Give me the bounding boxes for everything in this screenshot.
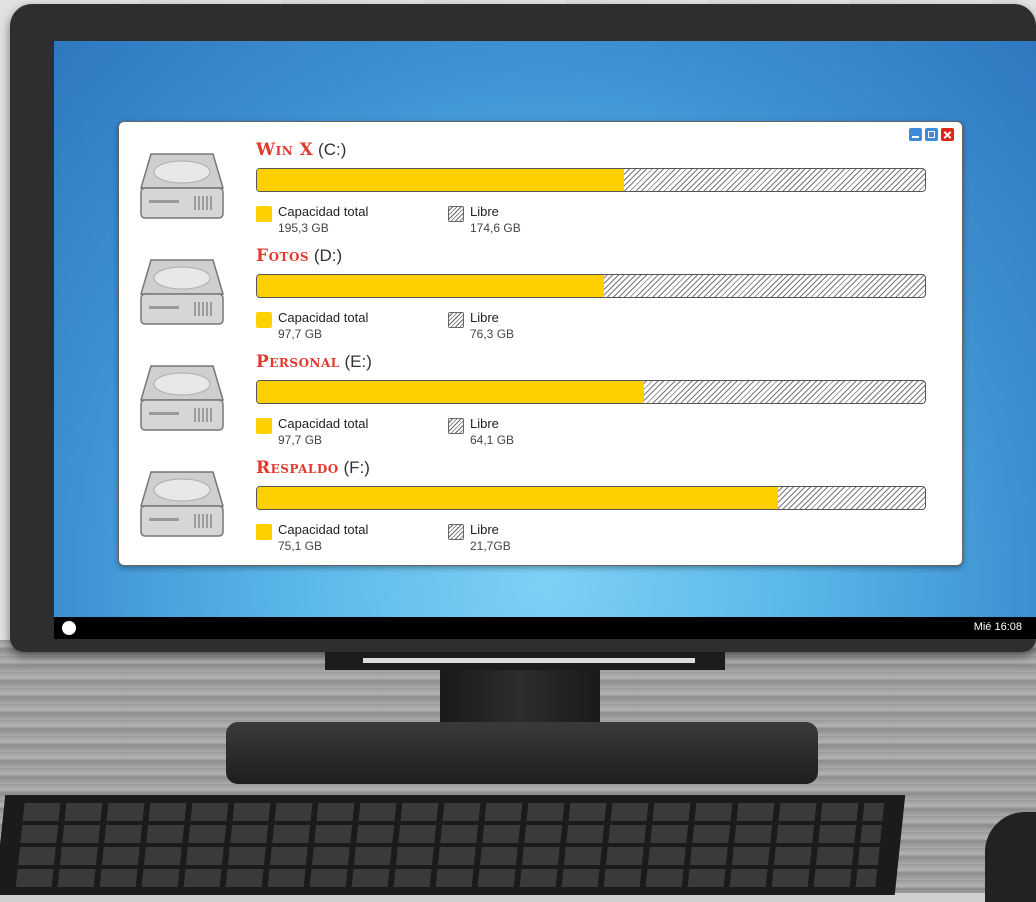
usage-bar (256, 274, 926, 298)
total-swatch (256, 418, 272, 434)
usage-bar-fill (257, 381, 645, 403)
usage-bar-fill (257, 169, 625, 191)
drive-name: Win X (256, 140, 314, 160)
start-circle-icon[interactable] (62, 621, 76, 635)
drive-name: Fotos (256, 246, 310, 266)
hard-drive-icon (139, 365, 225, 431)
total-swatch (256, 206, 272, 222)
free-swatch (448, 206, 464, 222)
drive-title: Fotos (D:) (256, 246, 342, 266)
drive-letter: (E:) (344, 352, 372, 371)
drive-row-e: Personal (E:) Capacidad total 97,7 GB Li… (119, 334, 962, 447)
drive-row-c: Win X (C:) Capacidad total 195,3 GB Libr… (119, 122, 962, 235)
total-label: Capacidad total (278, 310, 369, 325)
total-label: Capacidad total (278, 204, 369, 219)
usage-bar (256, 380, 926, 404)
drive-title: Respaldo (F:) (256, 458, 370, 478)
keyboard-keys (15, 803, 885, 891)
usage-bar (256, 486, 926, 510)
free-label: Libre (470, 204, 499, 219)
taskbar-clock: Mié 16:08 (973, 621, 1022, 633)
drive-letter: (D:) (313, 246, 343, 265)
usage-bar (256, 168, 926, 192)
free-swatch (448, 524, 464, 540)
desktop-screen: Win X (C:) Capacidad total 195,3 GB Libr… (54, 41, 1036, 639)
hard-drive-icon (139, 153, 225, 219)
total-label: Capacidad total (278, 416, 369, 431)
hard-drive-icon (139, 471, 225, 537)
disk-usage-window: Win X (C:) Capacidad total 195,3 GB Libr… (118, 121, 963, 566)
free-label: Libre (470, 522, 499, 537)
free-swatch (448, 312, 464, 328)
drive-name: Respaldo (256, 458, 339, 478)
bezel-light (363, 658, 695, 663)
drive-title: Win X (C:) (256, 140, 346, 160)
free-label: Libre (470, 416, 499, 431)
drive-row-f: Respaldo (F:) Capacidad total 75,1 GB Li… (119, 440, 962, 553)
taskbar: Mié 16:08 (54, 617, 1036, 639)
drive-letter: (F:) (343, 458, 370, 477)
free-label: Libre (470, 310, 499, 325)
drive-name: Personal (256, 352, 340, 372)
hard-drive-icon (139, 259, 225, 325)
free-swatch (448, 418, 464, 434)
drive-title: Personal (E:) (256, 352, 372, 372)
free-value: 21,7GB (470, 539, 511, 553)
monitor-stand (226, 722, 818, 784)
total-label: Capacidad total (278, 522, 369, 537)
monitor-bezel-strip (325, 652, 725, 670)
total-swatch (256, 312, 272, 328)
drive-row-d: Fotos (D:) Capacidad total 97,7 GB Libre… (119, 228, 962, 341)
keyboard (0, 795, 906, 895)
monitor: Win X (C:) Capacidad total 195,3 GB Libr… (10, 4, 1036, 652)
total-swatch (256, 524, 272, 540)
total-value: 75,1 GB (278, 539, 323, 553)
usage-bar-fill (257, 275, 605, 297)
drive-letter: (C:) (318, 140, 347, 159)
usage-bar-fill (257, 487, 779, 509)
